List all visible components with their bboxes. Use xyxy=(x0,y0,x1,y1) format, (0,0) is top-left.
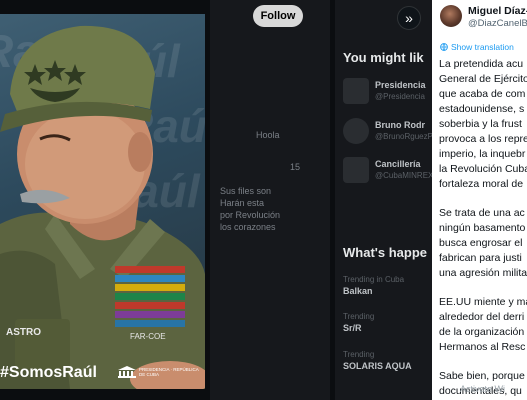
text-line: EE.UU miente y ma xyxy=(439,296,527,308)
text-line: alrededor del derri xyxy=(439,311,525,323)
trend-label: Balkan xyxy=(343,286,373,296)
follow-button[interactable]: Follow xyxy=(253,5,303,27)
text-line: una agresión milita xyxy=(439,267,527,279)
globe-icon xyxy=(440,43,448,51)
trend-item[interactable]: Trending in Cuba Balkan xyxy=(343,275,404,296)
author-avatar[interactable] xyxy=(440,5,462,27)
bg-tweet-body: Sus files son Harán esta por Revolución … xyxy=(220,185,280,233)
trend-context: Trending in Cuba xyxy=(343,275,405,284)
tweet-panel: Miguel Díaz-C @DiazCanelB Show translati… xyxy=(432,0,527,400)
next-media-button[interactable]: » xyxy=(397,6,421,30)
trend-label: SOLARIS AQUA xyxy=(343,361,412,371)
suggestion-handle: @Presidencia xyxy=(375,92,425,101)
text-line: fabrican para justi xyxy=(439,252,522,264)
text-line: estadounidense, s xyxy=(439,103,525,115)
tweet-paragraph: La pretendida acu General de Ejército qu… xyxy=(439,57,527,192)
trend-label: Sr/R xyxy=(343,323,362,333)
bg-body-line: por Revolución xyxy=(220,210,281,220)
you-might-like-heading: You might lik xyxy=(343,50,424,65)
suggestion-handle: @CubaMINREX xyxy=(375,171,434,180)
text-line: fortaleza moral de xyxy=(439,178,524,190)
text-line: provoca a los repre xyxy=(439,133,527,145)
bg-body-line: Sus files son xyxy=(220,186,272,196)
text-line: La pretendida acu xyxy=(439,58,524,70)
suggestion-name: Cancillería xyxy=(375,159,421,169)
trend-item[interactable]: Trending SOLARIS AQUA xyxy=(343,350,412,371)
text-line: de la organización xyxy=(439,326,525,338)
show-translation-link[interactable]: Show translation xyxy=(440,42,514,52)
double-chevron-right-icon: » xyxy=(405,10,413,26)
uniform-tag: FAR-COE xyxy=(130,332,166,341)
activate-windows-watermark: Activate Wi xyxy=(460,384,506,394)
text-line: Hermanos al Resc xyxy=(439,341,526,353)
seal-text: PRESIDENCIA · REPÚBLICA DE CUBA xyxy=(139,367,199,377)
avatar xyxy=(343,118,369,144)
presidency-seal: PRESIDENCIA · REPÚBLICA DE CUBA xyxy=(118,366,199,378)
suggestion-row[interactable]: Bruno Rodr @BrunoRguezP xyxy=(343,118,433,146)
tweet-photo[interactable]: Raúl Raúl Raúl Raúl xyxy=(0,14,205,389)
show-translation-label: Show translation xyxy=(451,42,514,52)
suggestion-row[interactable]: Presidencia @Presidencia xyxy=(343,78,426,106)
trend-context: Trending xyxy=(343,350,375,359)
bg-meta-text: Hoola xyxy=(256,130,280,140)
text-line: que acaba de com xyxy=(439,88,526,100)
text-line: imperio, la inquebr xyxy=(439,148,526,160)
trend-context: Trending xyxy=(343,312,375,321)
suggestion-handle: @BrunoRguezP xyxy=(375,132,433,141)
text-line: Se trata de una ac xyxy=(439,207,525,219)
bg-body-line: Harán esta xyxy=(220,198,265,208)
suggestion-row[interactable]: Cancillería @CubaMINREX xyxy=(343,157,433,185)
whats-happening-heading: What's happe xyxy=(343,245,427,260)
trend-item[interactable]: Trending Sr/R xyxy=(343,312,374,333)
tweet-body: La pretendida acu General de Ejército qu… xyxy=(439,57,527,400)
bg-body-line: los corazones xyxy=(220,222,276,232)
author-name[interactable]: Miguel Díaz-C xyxy=(468,5,527,17)
suggestion-name: Presidencia xyxy=(375,80,426,90)
tweet-paragraph: Se trata de una ac ningún basamento busc… xyxy=(439,206,527,281)
avatar xyxy=(343,78,369,104)
uniform-name-tag: ASTRO xyxy=(6,327,41,338)
text-line: General de Ejército xyxy=(439,73,527,85)
suggestion-name: Bruno Rodr xyxy=(375,120,425,130)
photo-hashtag: #SomosRaúl xyxy=(0,364,97,381)
building-icon xyxy=(118,366,136,378)
text-line: la Revolución Cuba xyxy=(439,163,527,175)
text-line: Sabe bien, porque xyxy=(439,370,525,382)
tweet-paragraph: EE.UU miente y ma alrededor del derri de… xyxy=(439,295,527,355)
text-line: soberbia y la frust xyxy=(439,118,522,130)
avatar xyxy=(343,157,369,183)
text-line: busca engrosar el xyxy=(439,237,523,249)
author-handle[interactable]: @DiazCanelB xyxy=(468,18,527,29)
bg-count: 15 xyxy=(290,162,301,172)
text-line: ningún basamento xyxy=(439,222,526,234)
